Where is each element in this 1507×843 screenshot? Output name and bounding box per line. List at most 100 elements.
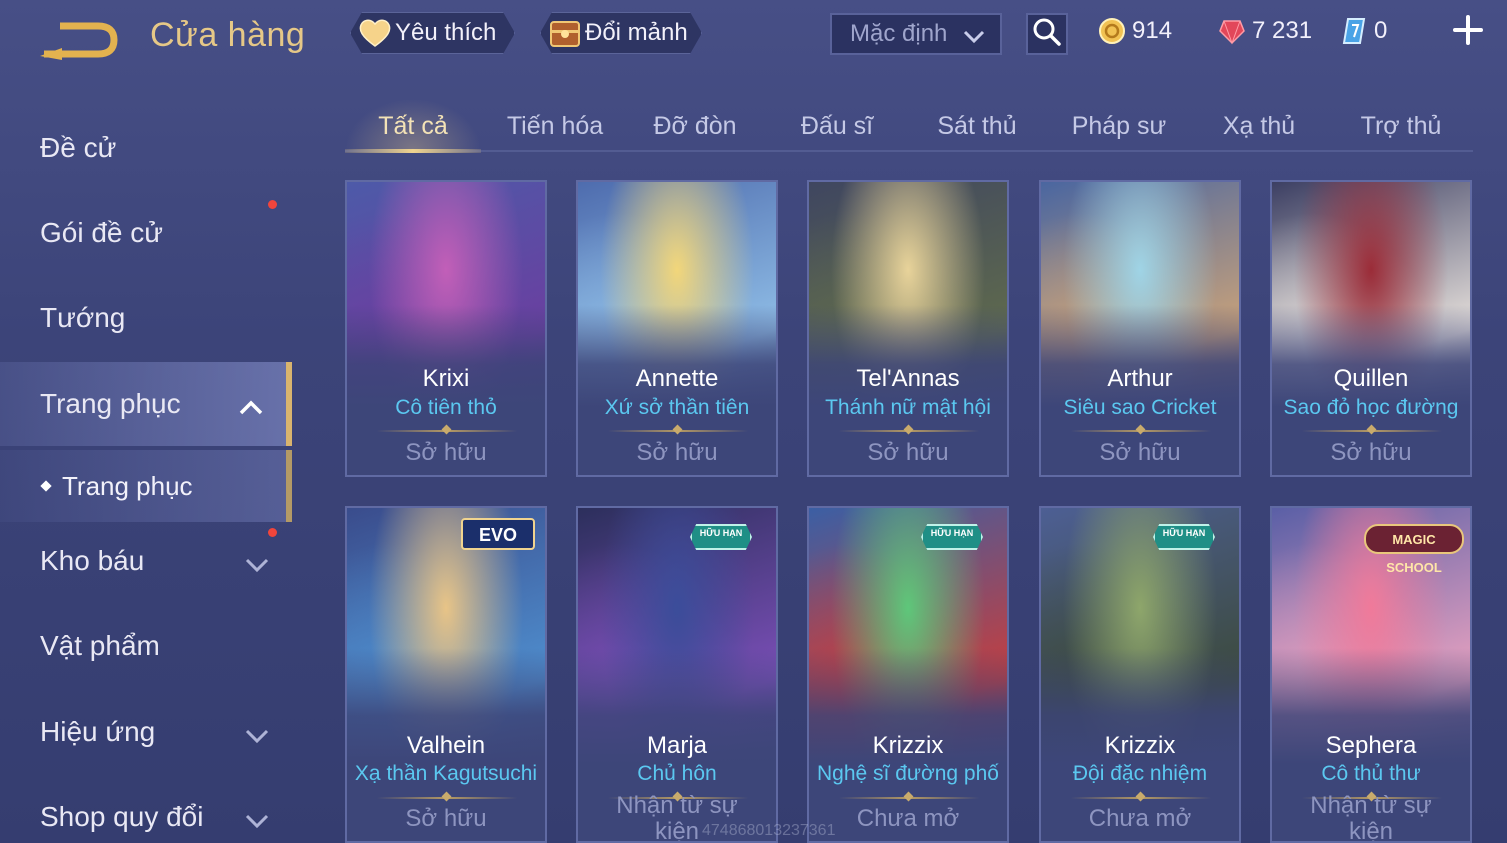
- sidebar-item-treasure[interactable]: Kho báu: [0, 519, 292, 603]
- ownership-status: Chưa mở: [1088, 805, 1192, 832]
- skin-badge: EVO: [461, 518, 535, 550]
- ownership-status: Chưa mở: [856, 805, 960, 832]
- skin-name: Đội đặc nhiệm: [1072, 762, 1208, 785]
- tab-mage[interactable]: Pháp sư: [1051, 100, 1187, 152]
- tab-all[interactable]: Tất cả: [345, 100, 481, 152]
- skin-card[interactable]: Arthur Siêu sao Cricket Sở hữu: [1039, 180, 1241, 477]
- page-title: Cửa hàng: [150, 16, 306, 54]
- tab-evolution[interactable]: Tiến hóa: [487, 100, 623, 152]
- search-button[interactable]: [1026, 13, 1068, 55]
- gem-currency[interactable]: 7 231: [1218, 14, 1312, 48]
- notification-dot: [268, 200, 277, 209]
- skin-name: Nghệ sĩ đường phố: [817, 762, 999, 785]
- hero-name: Quillen: [1333, 365, 1409, 392]
- sidebar-item-effects[interactable]: Hiệu ứng: [0, 690, 292, 774]
- sidebar-item-label: Vật phẩm: [40, 630, 160, 661]
- card-divider: [377, 430, 517, 432]
- sidebar-item-heroes[interactable]: Tướng: [0, 276, 292, 360]
- skin-card[interactable]: Krixi Cô tiên thỏ Sở hữu: [345, 180, 547, 477]
- skin-card[interactable]: EVO Valhein Xạ thần Kagutsuchi Sở hữu: [345, 506, 547, 843]
- sort-dropdown[interactable]: Mặc định: [830, 13, 1002, 55]
- hero-name: Krizzix: [1104, 732, 1176, 759]
- tab-fighter[interactable]: Đấu sĩ: [769, 100, 905, 152]
- tab-label: Đỡ đòn: [653, 111, 737, 140]
- ownership-status: Sở hữu: [1099, 439, 1181, 466]
- tab-support[interactable]: Trợ thủ: [1333, 100, 1469, 152]
- skin-card[interactable]: Quillen Sao đỏ học đường Sở hữu: [1270, 180, 1472, 477]
- chevron-down-icon: [244, 805, 270, 837]
- gold-coin-icon: [1098, 17, 1126, 45]
- gold-amount: 914: [1132, 17, 1173, 44]
- sidebar: Đề cử Gói đề cử Tướng Trang phục Trang p…: [0, 96, 292, 843]
- tab-label: Sát thủ: [937, 111, 1017, 140]
- skin-name: Sao đỏ học đường: [1283, 396, 1459, 419]
- ownership-status: Sở hữu: [405, 805, 487, 832]
- gold-currency[interactable]: 914: [1098, 14, 1172, 48]
- exchange-shards-button[interactable]: Đổi mảnh: [540, 12, 702, 54]
- tab-label: Tiến hóa: [506, 111, 604, 140]
- skin-name: Cô thủ thư: [1321, 762, 1421, 785]
- card-divider: [377, 797, 517, 799]
- sidebar-item-bundles[interactable]: Gói đề cử: [0, 191, 292, 275]
- tab-assassin[interactable]: Sát thủ: [909, 100, 1045, 152]
- skin-badge: MAGIC SCHOOL: [1364, 524, 1464, 575]
- hero-name: Valhein: [406, 732, 486, 759]
- hero-name: Krixi: [422, 365, 470, 392]
- red-gem-icon: [1218, 17, 1246, 45]
- hero-name: Marja: [646, 732, 707, 759]
- sidebar-item-exchange-shop[interactable]: Shop quy đổi: [0, 775, 292, 843]
- voucher-currency[interactable]: 0: [1340, 14, 1387, 48]
- active-tab-underline: [345, 149, 481, 153]
- tab-label: Trợ thủ: [1360, 111, 1442, 140]
- back-arrow-icon[interactable]: [38, 20, 118, 60]
- card-divider: [608, 430, 748, 432]
- tab-label: Xạ thủ: [1222, 111, 1296, 140]
- skin-card[interactable]: HỮU HẠN Marja Chủ hôn Nhận từ sự kiện: [576, 506, 778, 843]
- skin-name: Siêu sao Cricket: [1063, 396, 1217, 419]
- hero-name: Tel'Annas: [856, 365, 960, 392]
- voucher-amount: 0: [1374, 17, 1388, 44]
- skin-name: Xạ thần Kagutsuchi: [354, 762, 538, 785]
- sidebar-subitem-skins[interactable]: Trang phục: [0, 450, 292, 522]
- chevron-up-icon: [238, 392, 264, 424]
- chevron-down-icon: [244, 549, 270, 581]
- sidebar-item-recommended[interactable]: Đề cử: [0, 106, 292, 190]
- card-divider: [839, 797, 979, 799]
- chevron-down-icon: [962, 25, 986, 53]
- sidebar-item-items[interactable]: Vật phẩm: [0, 604, 292, 688]
- skin-badge: HỮU HẠN: [921, 524, 983, 550]
- skin-name: Thánh nữ mật hội: [825, 396, 991, 419]
- sort-label: Mặc định: [850, 20, 948, 47]
- favorites-button[interactable]: Yêu thích: [350, 12, 515, 54]
- exchange-label: Đổi mảnh: [585, 19, 688, 46]
- skin-card[interactable]: Annette Xứ sở thần tiên Sở hữu: [576, 180, 778, 477]
- skin-name: Xứ sở thần tiên: [604, 396, 750, 419]
- sidebar-item-label: Trang phục: [40, 388, 181, 419]
- plus-icon[interactable]: [1450, 12, 1486, 48]
- sidebar-item-label: Shop quy đổi: [40, 801, 204, 832]
- card-divider: [839, 430, 979, 432]
- hero-name: Arthur: [1107, 365, 1173, 392]
- sidebar-item-skins[interactable]: Trang phục: [0, 362, 292, 446]
- tab-tank[interactable]: Đỡ đòn: [627, 100, 763, 152]
- treasure-chest-icon: [547, 15, 583, 51]
- hero-name: Krizzix: [872, 732, 944, 759]
- ownership-status: Sở hữu: [636, 439, 718, 466]
- skin-name: Cô tiên thỏ: [395, 396, 497, 419]
- ownership-status: Sở hữu: [867, 439, 949, 466]
- sidebar-item-label: Tướng: [40, 302, 126, 333]
- tab-marksman[interactable]: Xạ thủ: [1191, 100, 1327, 152]
- skin-card[interactable]: MAGIC SCHOOL Sephera Cô thủ thư Nhận từ sự …: [1270, 506, 1472, 843]
- ownership-status: Sở hữu: [405, 439, 487, 466]
- sidebar-subitem-label: Trang phục: [62, 470, 193, 501]
- ownership-status: Nhận từ sự kiện: [1310, 792, 1432, 843]
- card-divider: [1071, 797, 1211, 799]
- skin-card[interactable]: HỮU HẠN Krizzix Nghệ sĩ đường phố Chưa mở: [807, 506, 1009, 843]
- skin-card[interactable]: HỮU HẠN Krizzix Đội đặc nhiệm Chưa mở: [1039, 506, 1241, 843]
- sidebar-item-label: Hiệu ứng: [40, 716, 156, 747]
- sidebar-item-label: Gói đề cử: [40, 217, 164, 248]
- skin-card[interactable]: Tel'Annas Thánh nữ mật hội Sở hữu: [807, 180, 1009, 477]
- ownership-status: Sở hữu: [1330, 439, 1412, 466]
- category-tabs: Tất cả Tiến hóa Đỡ đòn Đấu sĩ Sát thủ Ph…: [345, 98, 1473, 153]
- skin-badge: HỮU HẠN: [690, 524, 752, 550]
